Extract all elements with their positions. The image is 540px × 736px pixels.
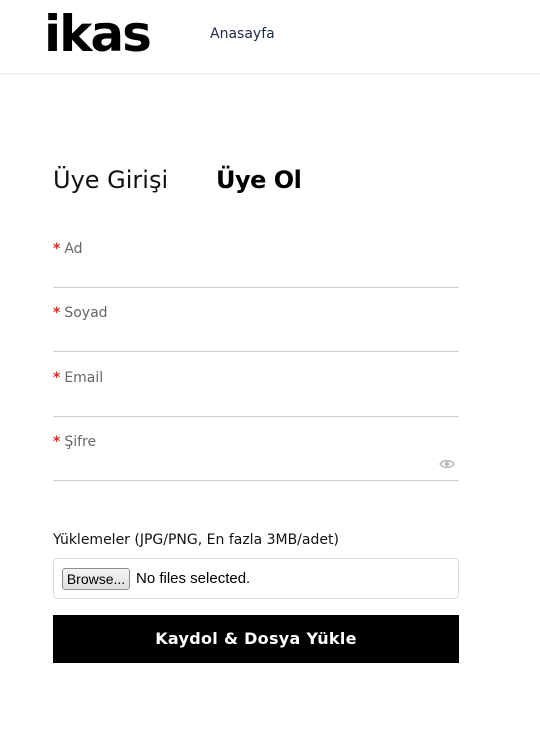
password-field: * Şifre — [53, 433, 459, 481]
first-name-label: * Ad — [53, 240, 83, 258]
last-name-field: * Soyad — [53, 304, 459, 352]
auth-tabs: Üye Girişi Üye Ol — [53, 164, 459, 200]
required-marker: * — [53, 241, 61, 257]
password-label-text: Şifre — [64, 434, 97, 450]
uploads-label: Yüklemeler (JPG/PNG, En fazla 3MB/adet) — [53, 532, 339, 548]
first-name-label-text: Ad — [64, 241, 83, 257]
last-name-label-text: Soyad — [64, 305, 108, 321]
last-name-label: * Soyad — [53, 304, 108, 322]
nav-link-home[interactable]: Anasayfa — [210, 25, 275, 43]
eye-icon[interactable] — [439, 459, 455, 469]
tab-register[interactable]: Üye Ol — [216, 164, 302, 196]
required-marker: * — [53, 305, 61, 321]
email-label: * Email — [53, 369, 103, 387]
password-label: * Şifre — [53, 433, 96, 451]
register-upload-button[interactable]: Kaydol & Dosya Yükle — [53, 615, 459, 663]
required-marker: * — [53, 434, 61, 450]
first-name-input[interactable] — [53, 262, 433, 286]
password-input[interactable] — [53, 455, 433, 479]
tab-login[interactable]: Üye Girişi — [53, 164, 168, 196]
last-name-input[interactable] — [53, 326, 433, 350]
site-header: ikas Anasayfa — [0, 0, 540, 74]
file-upload-input[interactable]: Browse... No files selected. — [53, 558, 459, 599]
email-field: * Email — [53, 369, 459, 417]
email-input[interactable] — [53, 391, 433, 415]
email-label-text: Email — [64, 370, 104, 386]
ikas-logo[interactable]: ikas — [44, 4, 152, 64]
file-status-text: No files selected. — [136, 570, 251, 587]
first-name-field: * Ad — [53, 240, 459, 288]
required-marker: * — [53, 370, 61, 386]
browse-button[interactable]: Browse... — [62, 568, 130, 590]
